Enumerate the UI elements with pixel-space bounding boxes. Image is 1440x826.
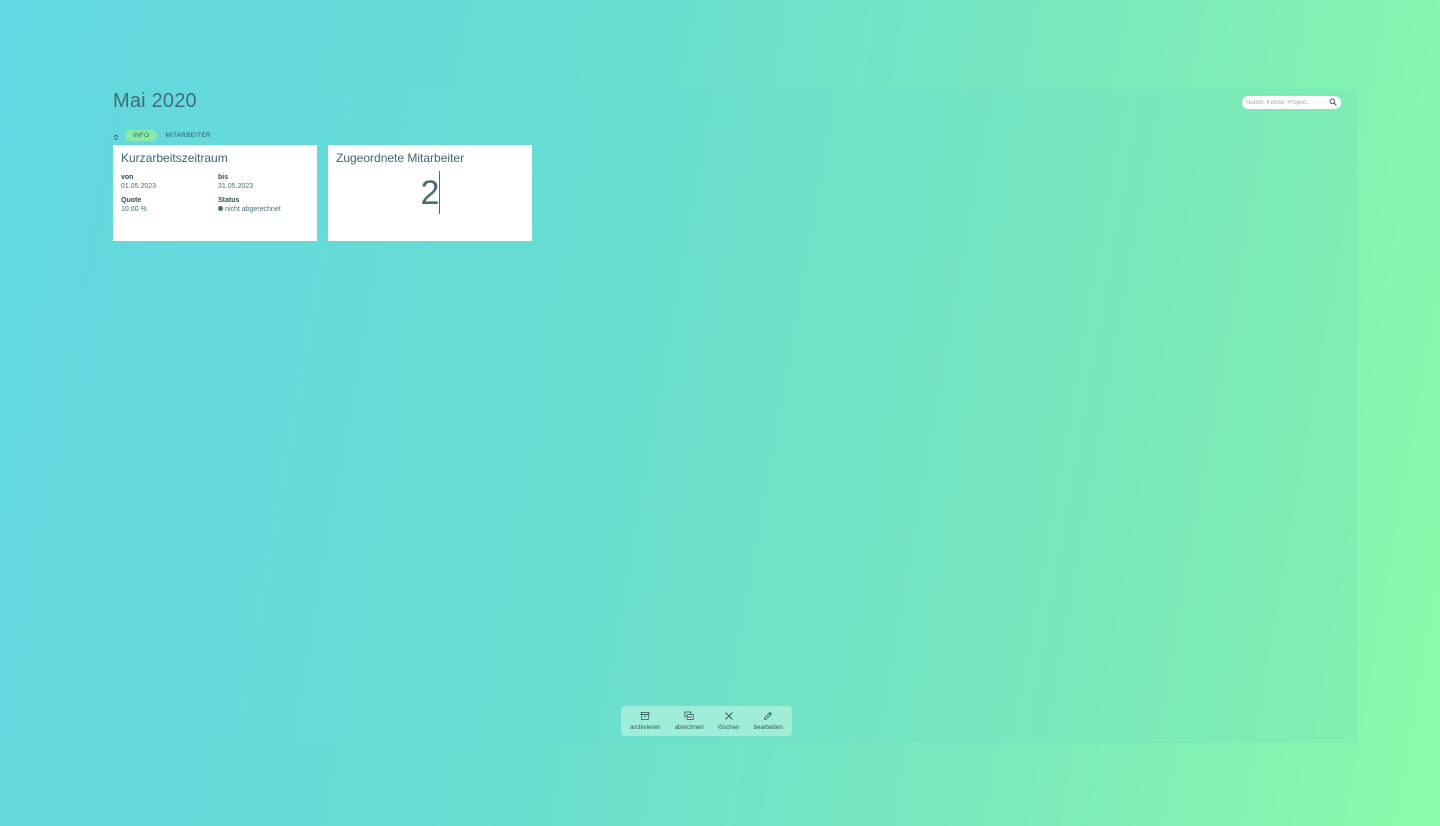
archive-button[interactable]: archivieren	[630, 711, 660, 731]
field-to: bis 31.05.2023	[218, 173, 315, 191]
delete-button[interactable]: löschen	[718, 711, 739, 731]
invoice-icon	[684, 711, 694, 720]
edit-label: bearbeiten	[753, 724, 783, 731]
search-icon[interactable]	[1329, 98, 1337, 106]
page-title: Mai 2020	[113, 90, 197, 112]
archive-box-icon	[640, 712, 650, 720]
field-to-label: bis	[218, 174, 229, 181]
edit-button[interactable]: bearbeiten	[754, 711, 783, 731]
field-from-value: 01.05.2023	[121, 183, 157, 190]
status-dot-icon	[218, 206, 223, 211]
search-input[interactable]	[1246, 99, 1326, 106]
period-card-title: Kurzarbeitszeitraum	[121, 151, 228, 165]
archive-label: archivieren	[630, 724, 661, 731]
field-quota-value: 10.00 %	[121, 206, 147, 213]
period-fields: von 01.05.2023 bis 31.05.2023 Quote 10.0…	[121, 173, 309, 214]
search-box[interactable]	[1242, 96, 1341, 109]
tab-bar: INFO MITARBEITER	[113, 128, 219, 142]
chevron-up-icon[interactable]	[113, 134, 119, 140]
employees-card-title: Zugeordnete Mitarbeiter	[336, 151, 465, 165]
tab-info[interactable]: INFO	[125, 129, 158, 141]
field-status-value: nicht abgerechnet	[225, 206, 281, 213]
app-container: Mai 2020 INFO MITARBEITER Kurzarbeitszei…	[82, 89, 1357, 743]
employees-card: Zugeordnete Mitarbeiter 2	[328, 145, 532, 241]
bill-button[interactable]: abrechnen	[675, 711, 704, 731]
employee-count: 2	[420, 174, 440, 212]
period-card: Kurzarbeitszeitraum von 01.05.2023 bis 3…	[113, 145, 317, 241]
field-status-value-row: nicht abgerechnet	[218, 205, 315, 214]
delete-label: löschen	[718, 724, 740, 731]
action-toolbar: archivieren abrechnen löschen bearbeiten	[621, 706, 792, 736]
field-to-value: 31.05.2023	[218, 183, 254, 190]
field-status-label: Status	[218, 197, 240, 204]
field-status: Status nicht abgerechnet	[218, 196, 315, 214]
field-from: von 01.05.2023	[121, 173, 218, 191]
tab-employees[interactable]: MITARBEITER	[157, 130, 218, 141]
bill-label: abrechnen	[674, 724, 704, 731]
field-quota: Quote 10.00 %	[121, 196, 218, 214]
pencil-icon	[764, 711, 773, 721]
field-quota-label: Quote	[121, 197, 142, 204]
text-cursor	[439, 171, 440, 214]
field-from-label: von	[121, 174, 134, 181]
close-icon	[724, 712, 733, 720]
